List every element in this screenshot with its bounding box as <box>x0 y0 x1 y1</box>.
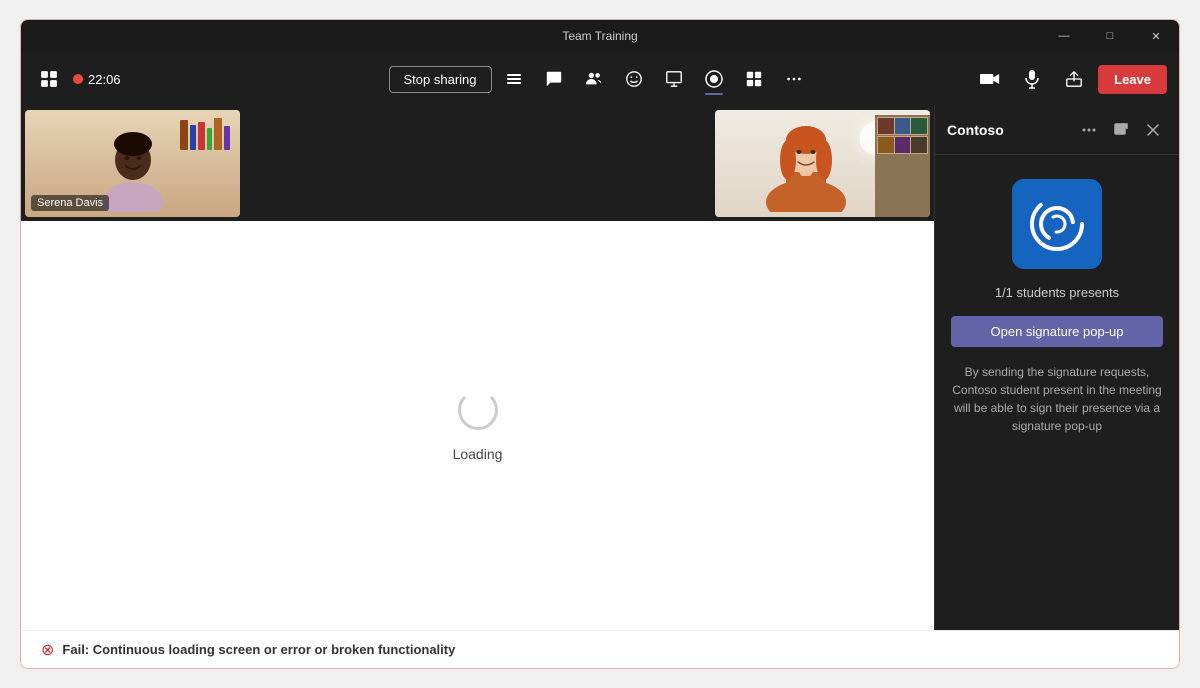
meeting-area: Serena Davis <box>21 106 934 630</box>
thumbnails-row: Serena Davis <box>21 106 934 221</box>
more-button[interactable] <box>776 61 812 97</box>
reaction-button[interactable] <box>616 61 652 97</box>
camera-icon <box>980 70 1000 88</box>
recording-dot <box>73 74 83 84</box>
app-panel: Contoso <box>934 106 1179 630</box>
record-icon <box>704 69 724 89</box>
window-controls: — □ ✕ <box>1041 20 1179 52</box>
error-bar: ⊗ Fail: Continuous loading screen or err… <box>21 630 1179 668</box>
error-icon: ⊗ <box>41 640 54 660</box>
recording-badge: 22:06 <box>73 72 121 87</box>
close-icon <box>1147 124 1159 136</box>
leave-button[interactable]: Leave <box>1098 65 1167 94</box>
maximize-button[interactable]: □ <box>1087 20 1133 52</box>
dots-icon <box>785 70 803 88</box>
meeting-toolbar: 22:06 Stop sharing <box>21 52 1179 106</box>
contoso-logo-icon <box>1027 194 1087 254</box>
share-tray-icon <box>1065 70 1083 88</box>
chat-icon <box>545 70 563 88</box>
app-panel-more-button[interactable] <box>1075 116 1103 144</box>
app-window: Team Training — □ ✕ <box>20 19 1180 669</box>
app-description-text: By sending the signature requests, Conto… <box>951 363 1163 435</box>
serena-davis-label: Serena Davis <box>31 195 109 211</box>
mic-icon <box>1023 69 1041 89</box>
students-presents-text: 1/1 students presents <box>995 285 1119 300</box>
toolbar-center: Stop sharing <box>389 61 812 97</box>
app-panel-popout-button[interactable] <box>1107 116 1135 144</box>
dots-horizontal-icon <box>1081 122 1097 138</box>
share-button[interactable] <box>656 61 692 97</box>
share-tray-button[interactable] <box>1056 61 1092 97</box>
open-signature-popup-button[interactable]: Open signature pop-up <box>951 316 1163 347</box>
apps-icon <box>745 70 763 88</box>
app-logo-container <box>1012 179 1102 269</box>
thumbnail-woman2 <box>715 110 930 217</box>
share-icon <box>665 70 683 88</box>
apps-icon-button[interactable] <box>33 63 65 95</box>
record-button[interactable] <box>696 61 732 97</box>
apps-grid-button[interactable] <box>736 61 772 97</box>
app-panel-body: 1/1 students presents Open signature pop… <box>935 155 1179 630</box>
hamburger-icon <box>505 70 523 88</box>
app-panel-header: Contoso <box>935 106 1179 155</box>
app-panel-controls <box>1075 116 1167 144</box>
minimize-button[interactable]: — <box>1041 20 1087 52</box>
app-panel-title: Contoso <box>947 122 1075 138</box>
popout-icon <box>1114 123 1128 137</box>
camera-button[interactable] <box>972 61 1008 97</box>
chat-button[interactable] <box>536 61 572 97</box>
thumbnail-serena-davis: Serena Davis <box>25 110 240 217</box>
people-icon <box>585 70 603 88</box>
loading-text: Loading <box>453 446 503 462</box>
people-button[interactable] <box>576 61 612 97</box>
app-panel-close-button[interactable] <box>1139 116 1167 144</box>
mic-button[interactable] <box>1014 61 1050 97</box>
recording-time: 22:06 <box>88 72 121 87</box>
emoji-icon <box>625 70 643 88</box>
loading-area: Loading <box>21 221 934 630</box>
close-button[interactable]: ✕ <box>1133 20 1179 52</box>
toolbar-left: 22:06 <box>33 63 383 95</box>
main-content: Serena Davis <box>21 106 1179 630</box>
more-options-button[interactable] <box>496 61 532 97</box>
toolbar-right: Leave <box>818 61 1168 97</box>
loading-spinner <box>458 390 498 430</box>
error-text: Fail: Continuous loading screen or error… <box>62 642 455 657</box>
title-bar: Team Training — □ ✕ <box>21 20 1179 52</box>
stop-sharing-button[interactable]: Stop sharing <box>389 66 492 93</box>
grid-icon <box>40 70 58 88</box>
window-title: Team Training <box>562 29 637 43</box>
